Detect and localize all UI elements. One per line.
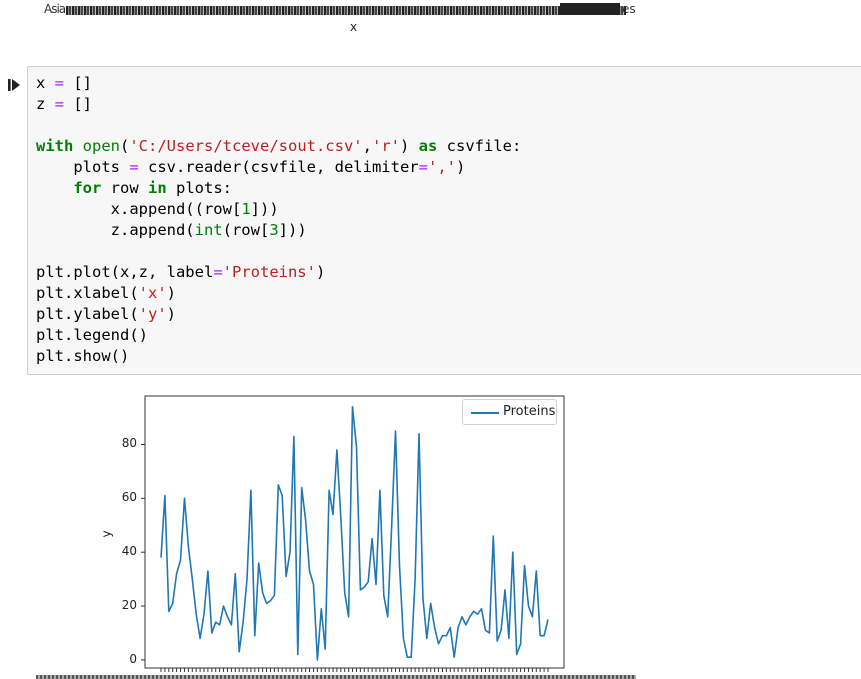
code-editor[interactable]: x = [] z = [] with open('C:/Users/tceve/… [36,73,521,367]
chart-legend: Proteins [462,399,557,425]
run-cell-icon[interactable] [7,78,21,92]
legend-swatch-proteins [471,412,499,414]
code-line[interactable]: plots = csv.reader(csvfile, delimiter=',… [36,158,465,176]
next-output-smear [36,675,636,679]
y-tick-label: 80 [121,436,137,451]
code-cell[interactable]: x = [] z = [] with open('C:/Users/tceve/… [27,66,861,375]
y-tick-label: 0 [129,651,137,666]
code-line[interactable]: plt.show() [36,347,129,365]
code-line[interactable]: for row in plots: [36,179,232,197]
previous-output-strip: Asia es x [0,0,861,40]
code-line[interactable]: z.append(int(row[3])) [36,221,307,239]
y-tick-label: 60 [121,490,137,505]
previous-legend-tail: es [622,2,636,16]
legend-label-proteins: Proteins [503,404,556,419]
code-line[interactable]: x.append((row[1])) [36,200,279,218]
code-line[interactable]: plt.xlabel('x') [36,284,176,302]
code-line[interactable]: z = [] [36,95,92,113]
code-line[interactable]: with open('C:/Users/tceve/sout.csv','r')… [36,137,521,155]
plot-output: 0 20 40 60 80 y Proteins [100,386,580,679]
code-line[interactable]: x = [] [36,74,92,92]
line-chart [141,395,565,672]
code-line[interactable]: plt.ylabel('y') [36,305,176,323]
y-tick-label: 40 [121,544,137,559]
y-axis-label: y [99,530,114,538]
code-line[interactable]: plt.legend() [36,326,148,344]
y-tick-label: 20 [121,598,137,613]
previous-axis-ticks-smear [66,6,626,15]
code-line[interactable]: plt.plot(x,z, label='Proteins') [36,263,325,281]
previous-xlabel: x [350,20,358,34]
previous-legend-text: Asia [44,2,66,16]
previous-axis-ticks-smear-dark [560,3,620,15]
